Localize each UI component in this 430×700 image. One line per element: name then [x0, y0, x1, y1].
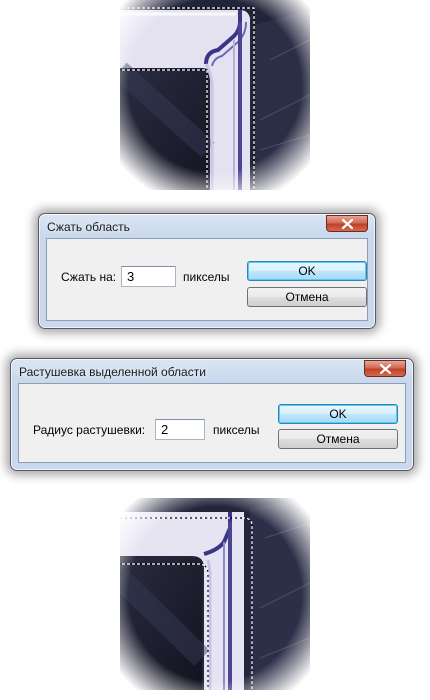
close-button[interactable] [364, 360, 406, 377]
title-bar[interactable]: Сжать область [39, 214, 375, 238]
title-bar[interactable]: Растушевка выделенной области [11, 359, 413, 383]
selection-preview-after [120, 498, 310, 690]
close-icon [380, 364, 391, 374]
dialog-body: Сжать на: пикселы OK Отмена [46, 238, 368, 321]
cancel-button[interactable]: Отмена [247, 287, 367, 307]
close-icon [342, 219, 353, 229]
ok-button[interactable]: OK [247, 261, 367, 281]
unit-label: пикселы [213, 423, 260, 437]
selection-preview-before-image [120, 0, 310, 190]
contract-selection-dialog: Сжать область Сжать на: пикселы OK Отмен… [38, 213, 376, 329]
close-button[interactable] [326, 215, 368, 232]
contract-amount-input[interactable] [121, 266, 176, 287]
unit-label: пикселы [183, 270, 230, 284]
ok-button[interactable]: OK [278, 404, 398, 424]
feather-radius-input[interactable] [155, 419, 205, 440]
selection-preview-after-image [120, 498, 310, 690]
cancel-button[interactable]: Отмена [278, 429, 398, 449]
contract-by-label: Сжать на: [61, 270, 117, 284]
feather-radius-label: Радиус растушевки: [33, 423, 146, 437]
feather-selection-dialog: Растушевка выделенной области Радиус рас… [10, 358, 414, 471]
dialog-title: Растушевка выделенной области [19, 365, 206, 379]
dialog-title: Сжать область [47, 220, 130, 234]
selection-preview-before [120, 0, 310, 190]
dialog-body: Радиус растушевки: пикселы OK Отмена [18, 383, 406, 463]
